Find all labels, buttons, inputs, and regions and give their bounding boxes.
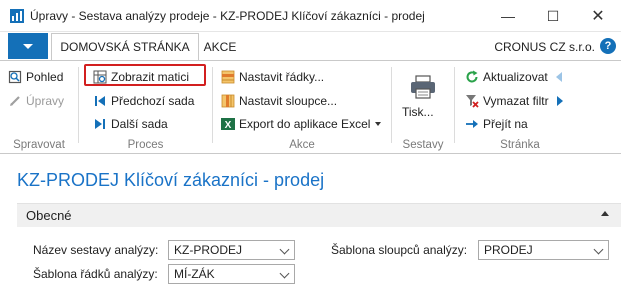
print-button[interactable]: Tisk... <box>400 75 446 125</box>
row-template-field[interactable]: MÍ-ZÁK <box>168 264 295 284</box>
export-excel-button[interactable]: X Export do aplikace Excel <box>221 114 382 134</box>
group-label-proces: Proces <box>127 139 164 151</box>
group-label-stranka: Stránka <box>500 139 540 151</box>
maximize-button[interactable]: ☐ <box>533 4 573 28</box>
group-spravovat: Pohled Úpravy Spravovat <box>0 61 78 154</box>
group-sestavy: Tisk... Sestavy <box>392 61 454 154</box>
analysis-report-name-field[interactable]: KZ-PRODEJ <box>168 240 295 260</box>
minimize-button[interactable]: — <box>488 4 528 28</box>
print-label: Tisk... <box>402 105 434 119</box>
file-menu-button[interactable] <box>8 33 48 59</box>
previous-set-label: Předchozí sada <box>111 94 195 108</box>
column-template-label: Šablona sloupců analýzy: <box>331 243 468 257</box>
page-title: KZ-PRODEJ Klíčoví zákazníci - prodej <box>17 170 325 190</box>
analysis-report-name-label: Název sestavy analýzy: <box>33 243 159 257</box>
dropdown-arrow-icon <box>375 122 382 126</box>
group-label-sestavy: Sestavy <box>402 139 444 151</box>
tab-home[interactable]: DOMOVSKÁ STRÁNKA <box>51 33 199 60</box>
refresh-label: Aktualizovat <box>483 70 548 84</box>
next-icon <box>95 119 105 129</box>
app-icon <box>10 9 24 23</box>
column-template-field[interactable]: PRODEJ <box>478 240 609 260</box>
title-bar: Úpravy - Sestava analýzy prodeje - KZ-PR… <box>0 0 621 32</box>
company-name[interactable]: CRONUS CZ s.r.o. <box>494 40 595 54</box>
edit-label: Úpravy <box>26 94 65 108</box>
refresh-icon <box>466 70 478 83</box>
highlight-frame <box>84 64 206 86</box>
edit-button[interactable]: Úpravy <box>8 91 64 111</box>
column-template-value: PRODEJ <box>484 243 533 257</box>
group-label-akce: Akce <box>289 139 315 151</box>
help-icon[interactable]: ? <box>600 38 616 54</box>
chevron-down-icon[interactable] <box>279 268 290 279</box>
chevron-down-icon <box>23 43 33 49</box>
svg-text:X: X <box>225 120 232 131</box>
row-template-value: MÍ-ZÁK <box>174 267 215 281</box>
previous-set-button[interactable]: Předchozí sada <box>93 91 194 111</box>
set-rows-button[interactable]: Nastavit řádky... <box>221 67 324 87</box>
collapse-icon[interactable] <box>601 211 609 216</box>
view-icon <box>8 70 22 84</box>
clear-filter-label: Vymazat filtr <box>483 94 549 108</box>
pencil-icon <box>10 96 20 106</box>
rows-icon <box>221 70 235 84</box>
scroll-left-icon[interactable] <box>555 72 562 82</box>
tab-actions[interactable]: AKCE <box>200 33 240 60</box>
go-to-label: Přejít na <box>483 117 528 131</box>
excel-icon: X <box>221 118 235 131</box>
row-template-label: Šablona řádků analýzy: <box>33 267 158 281</box>
chevron-down-icon[interactable] <box>593 244 604 255</box>
close-button[interactable]: ✕ <box>578 4 618 28</box>
ribbon: Pohled Úpravy Spravovat Zobrazit matici <box>0 60 621 154</box>
clear-filter-icon <box>466 95 479 108</box>
chevron-down-icon[interactable] <box>279 244 290 255</box>
group-label-spravovat: Spravovat <box>13 139 65 151</box>
columns-icon <box>221 94 235 108</box>
export-excel-label: Export do aplikace Excel <box>239 117 371 131</box>
printer-icon <box>411 75 435 99</box>
window-title: Úpravy - Sestava analýzy prodeje - KZ-PR… <box>30 9 425 23</box>
group-akce: Nastavit řádky... Nastavit sloupce... X … <box>213 61 391 154</box>
go-to-button[interactable]: Přejít na <box>465 114 528 134</box>
fasttab-general[interactable]: Obecné <box>17 203 621 227</box>
scroll-right-icon[interactable] <box>556 96 563 106</box>
analysis-report-name-value: KZ-PRODEJ <box>174 243 243 257</box>
next-set-button[interactable]: Další sada <box>93 114 168 134</box>
set-rows-label: Nastavit řádky... <box>239 70 325 84</box>
fasttab-title: Obecné <box>26 208 72 223</box>
arrow-right-icon <box>466 120 478 128</box>
group-stranka: Aktualizovat Vymazat filtr Přejít na Str… <box>455 61 585 154</box>
refresh-button[interactable]: Aktualizovat <box>465 67 562 87</box>
clear-filter-button[interactable]: Vymazat filtr <box>465 91 563 111</box>
view-label: Pohled <box>26 70 64 84</box>
set-columns-button[interactable]: Nastavit sloupce... <box>221 91 337 111</box>
set-columns-label: Nastavit sloupce... <box>239 94 338 108</box>
next-set-label: Další sada <box>111 117 168 131</box>
previous-icon <box>95 96 105 106</box>
view-button[interactable]: Pohled <box>8 67 63 87</box>
ribbon-tab-row: DOMOVSKÁ STRÁNKA AKCE CRONUS CZ s.r.o. ? <box>0 33 621 60</box>
